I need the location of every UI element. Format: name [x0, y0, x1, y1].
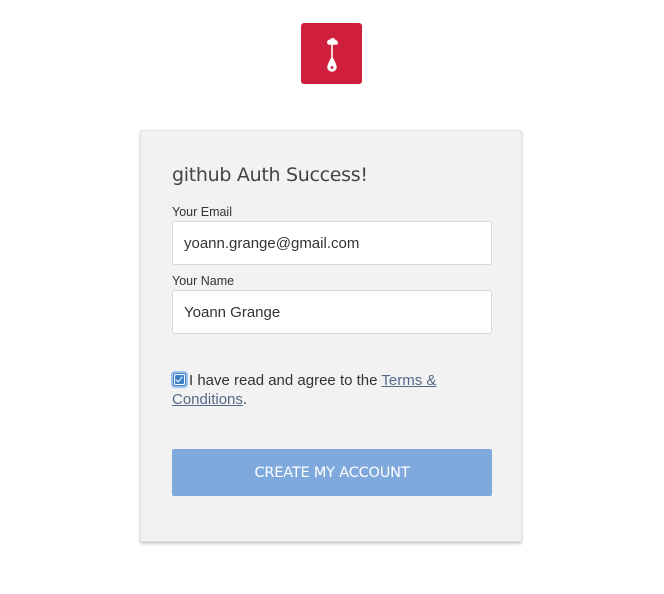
email-label: Your Email	[172, 205, 232, 219]
lamp-logo-icon	[327, 37, 338, 72]
checkmark-icon	[175, 374, 183, 383]
terms-checkbox[interactable]	[173, 373, 186, 386]
name-field[interactable]	[172, 290, 492, 334]
terms-agreement: I have read and agree to the Terms & Con…	[172, 371, 492, 409]
app-logo	[301, 23, 362, 84]
create-account-button[interactable]: CREATE MY ACCOUNT	[172, 449, 492, 496]
signup-card: github Auth Success! Your Email Your Nam…	[140, 130, 522, 542]
name-label: Your Name	[172, 274, 235, 288]
agreement-period: .	[242, 391, 248, 408]
agreement-text: I have read and agree to the	[189, 372, 382, 389]
card-title: github Auth Success!	[172, 164, 368, 186]
email-field[interactable]	[172, 221, 492, 265]
